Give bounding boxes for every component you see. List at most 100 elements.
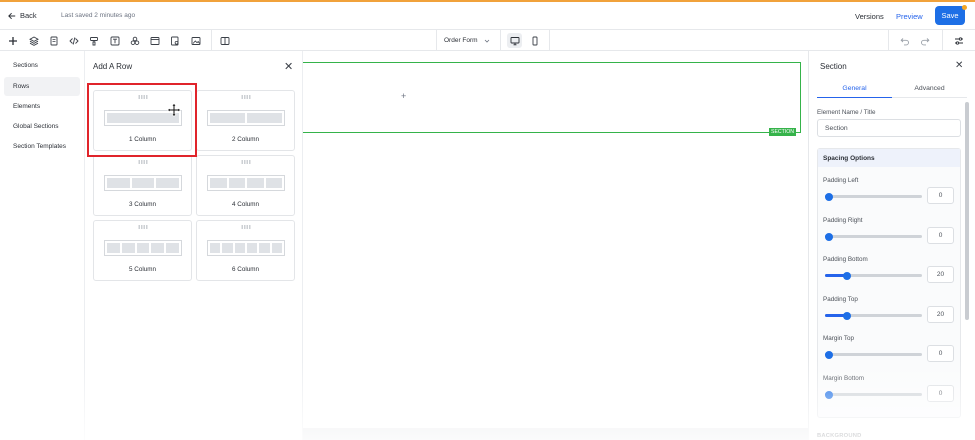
background-section-header[interactable]: BACKGROUND — [817, 433, 862, 439]
desktop-icon[interactable] — [507, 33, 522, 48]
nav-item-label: Sections — [13, 62, 38, 69]
padding-top-label: Padding Top — [823, 296, 858, 303]
padding-left-label: Padding Left — [823, 177, 859, 184]
page-select-value: Order Form — [444, 37, 478, 44]
selection-highlight — [87, 83, 197, 157]
chevron-down-icon — [484, 39, 489, 43]
row-card-3-column[interactable]: 3 Column — [93, 155, 192, 216]
arrow-left-icon — [8, 12, 16, 19]
close-icon[interactable]: ✕ — [955, 60, 963, 71]
text-icon[interactable] — [107, 33, 122, 48]
add-row-plus-icon[interactable]: + — [401, 91, 406, 101]
toolbar-divider — [549, 30, 550, 51]
nav-item-label: Section Templates — [13, 143, 66, 150]
row-card-5-column[interactable]: 5 Column — [93, 220, 192, 281]
column-preview — [104, 240, 182, 256]
page-icon[interactable] — [46, 33, 61, 48]
add-icon[interactable] — [5, 33, 20, 48]
page-select[interactable]: Order Form — [438, 34, 496, 47]
slider-knob[interactable] — [842, 311, 851, 320]
padding-left-input[interactable]: 0 — [927, 187, 954, 204]
row-card-4-column[interactable]: 4 Column — [196, 155, 295, 216]
nav-item-sections[interactable]: Sections — [4, 56, 80, 75]
spacing-options-group: Spacing Options Padding Left 0 Padding R… — [817, 148, 961, 418]
panel-title: Add A Row — [93, 62, 133, 71]
column-preview — [104, 175, 182, 191]
nav-item-global-sections[interactable]: Global Sections — [4, 117, 80, 136]
browser-icon[interactable] — [147, 33, 162, 48]
columns-layout-icon[interactable] — [217, 33, 232, 48]
close-icon[interactable]: ✕ — [284, 60, 293, 73]
row-card-label: 2 Column — [232, 136, 259, 143]
margin-top-label: Margin Top — [823, 335, 855, 342]
element-name-label: Element Name / Title — [817, 109, 876, 116]
settings-tabs: General Advanced — [817, 83, 967, 98]
settings-scrollbar[interactable] — [965, 102, 969, 320]
margin-bottom-label: Margin Bottom — [823, 375, 864, 382]
nav-item-label: Rows — [13, 83, 30, 90]
row-card-label: 6 Column — [232, 266, 259, 273]
drag-handle-icon[interactable] — [241, 95, 251, 99]
padding-right-label: Padding Right — [823, 217, 863, 224]
row-card-label: 5 Column — [129, 266, 156, 273]
row-card-label: 3 Column — [129, 201, 156, 208]
nav-item-rows[interactable]: Rows — [4, 77, 80, 96]
margin-top-input[interactable]: 0 — [927, 345, 954, 362]
top-bar: Back Last saved 2 minutes ago Versions P… — [0, 0, 975, 30]
nav-item-section-templates[interactable]: Section Templates — [4, 137, 80, 156]
padding-top-input[interactable]: 20 — [927, 306, 954, 323]
save-button[interactable]: Save — [935, 6, 965, 25]
row-card-2-column[interactable]: 2 Column — [196, 90, 295, 151]
column-preview — [207, 110, 285, 126]
paint-icon[interactable] — [86, 33, 101, 48]
slider-knob[interactable] — [825, 192, 833, 201]
margin-bottom-input[interactable]: 0 — [927, 385, 954, 402]
padding-bottom-slider[interactable] — [825, 271, 922, 280]
tab-advanced[interactable]: Advanced — [892, 85, 967, 92]
preview-button[interactable]: Preview — [896, 12, 923, 21]
components-icon[interactable] — [127, 33, 142, 48]
redo-icon[interactable] — [917, 33, 932, 48]
image-icon[interactable] — [188, 33, 203, 48]
nav-item-elements[interactable]: Elements — [4, 97, 80, 116]
unsaved-indicator — [962, 5, 967, 10]
slider-knob[interactable] — [842, 271, 851, 280]
row-card-label: 4 Column — [232, 201, 259, 208]
margin-top-slider[interactable] — [825, 350, 922, 359]
drag-handle-icon[interactable] — [241, 225, 251, 229]
versions-button[interactable]: Versions — [855, 12, 884, 21]
tab-general[interactable]: General — [817, 85, 892, 98]
settings-sliders-icon[interactable] — [951, 33, 966, 48]
padding-right-input[interactable]: 0 — [927, 227, 954, 244]
settings-panel: Section ✕ General Advanced Element Name … — [808, 51, 975, 440]
mobile-icon[interactable] — [527, 33, 542, 48]
slider-knob[interactable] — [825, 350, 833, 359]
spacing-options-header[interactable]: Spacing Options — [818, 149, 960, 167]
slider-knob[interactable] — [825, 232, 833, 241]
slider-knob[interactable] — [825, 390, 833, 399]
nav-item-label: Elements — [13, 103, 41, 110]
drag-handle-icon[interactable] — [241, 160, 251, 164]
element-name-input[interactable]: Section — [817, 119, 961, 137]
padding-left-slider[interactable] — [825, 192, 922, 201]
section-outline[interactable] — [303, 62, 801, 133]
move-cursor-icon — [167, 103, 181, 117]
canvas-footer-strip — [303, 428, 808, 440]
nav-item-label: Global Sections — [13, 123, 59, 130]
drag-handle-icon[interactable] — [138, 160, 148, 164]
back-button[interactable]: Back — [8, 11, 37, 20]
toolbar-divider — [211, 30, 212, 51]
padding-top-slider[interactable] — [825, 311, 922, 320]
code-icon[interactable] — [66, 33, 81, 48]
margin-bottom-slider[interactable] — [825, 390, 922, 399]
file-settings-icon[interactable] — [167, 33, 182, 48]
toolbar: Order Form — [0, 30, 975, 51]
drag-handle-icon[interactable] — [138, 225, 148, 229]
padding-right-slider[interactable] — [825, 232, 922, 241]
padding-bottom-input[interactable]: 20 — [927, 266, 954, 283]
row-card-6-column[interactable]: 6 Column — [196, 220, 295, 281]
layers-icon[interactable] — [26, 33, 41, 48]
undo-icon[interactable] — [897, 33, 912, 48]
padding-bottom-label: Padding Bottom — [823, 256, 868, 263]
section-tag[interactable]: SECTION — [769, 128, 797, 136]
